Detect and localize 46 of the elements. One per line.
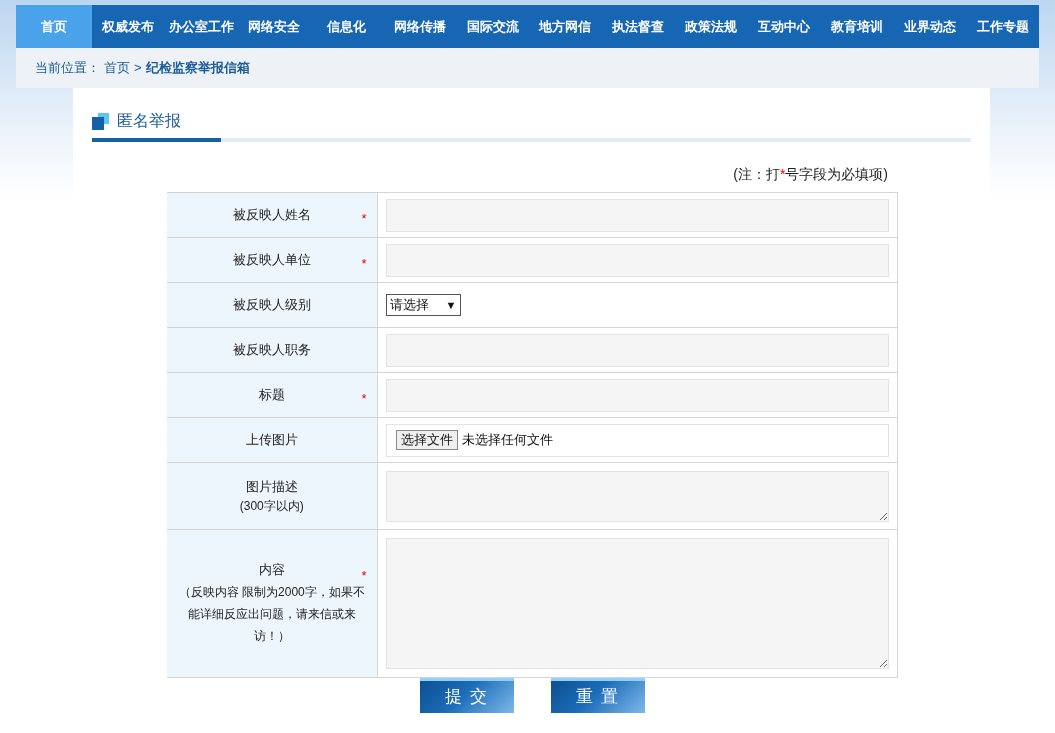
section-title: 匿名举报 bbox=[117, 111, 181, 131]
required-mark: * bbox=[361, 255, 367, 273]
choose-file-button[interactable]: 选择文件 bbox=[395, 430, 458, 450]
field-label: 被反映人姓名 bbox=[232, 206, 311, 225]
breadcrumb-link[interactable]: 首页 bbox=[104, 58, 130, 78]
text-input-field[interactable] bbox=[385, 198, 889, 232]
field-hint: (300字以内) bbox=[239, 497, 304, 515]
nav-tab[interactable]: 教育培训 bbox=[820, 5, 894, 48]
nav-tab[interactable]: 办公室工作 bbox=[164, 5, 238, 48]
file-status-text: 未选择任何文件 bbox=[461, 431, 553, 450]
description-textarea[interactable] bbox=[385, 470, 889, 522]
text-input-field[interactable] bbox=[385, 378, 889, 412]
file-upload-field[interactable]: 选择文件 未选择任何文件 bbox=[385, 423, 889, 457]
field-label: 标题 bbox=[258, 386, 285, 405]
text-input-field[interactable] bbox=[385, 243, 889, 277]
breadcrumb-separator: > bbox=[134, 59, 142, 78]
field-label: 被反映人级别 bbox=[232, 296, 311, 315]
nav-tab[interactable]: 网络安全 bbox=[237, 5, 311, 48]
level-dropdown[interactable]: 请选择 ▼ bbox=[385, 294, 461, 316]
breadcrumb-current: 纪检监察举报信箱 bbox=[145, 59, 250, 78]
breadcrumb-prefix: 当前位置： bbox=[35, 59, 100, 78]
nav-tab[interactable]: 国际交流 bbox=[456, 5, 530, 48]
nav-tab[interactable]: 业界动态 bbox=[893, 5, 967, 48]
required-mark: * bbox=[361, 567, 367, 585]
form-button[interactable]: 提 交 bbox=[420, 678, 514, 713]
nav-tab[interactable]: 地方网信 bbox=[529, 5, 602, 48]
nav-tab[interactable]: 政策法规 bbox=[674, 5, 748, 48]
field-label: 内容 bbox=[258, 560, 285, 579]
field-hint: （反映内容 限制为2000字，如果不能详细反应出问题，请来信或来访！） bbox=[177, 584, 366, 646]
nav-tab[interactable]: 权威发布 bbox=[92, 5, 165, 48]
field-label: 被反映人单位 bbox=[232, 251, 311, 270]
field-label: 上传图片 bbox=[245, 431, 298, 450]
required-mark: * bbox=[361, 210, 367, 228]
field-label: 图片描述 bbox=[245, 478, 298, 497]
form-button[interactable]: 重 置 bbox=[551, 678, 645, 713]
text-input-field[interactable] bbox=[385, 333, 889, 367]
nav-tab[interactable]: 执法督查 bbox=[601, 5, 675, 48]
nav-tab[interactable]: 互动中心 bbox=[747, 5, 821, 48]
content-textarea[interactable] bbox=[385, 538, 889, 669]
nav-tab[interactable]: 信息化 bbox=[310, 5, 384, 48]
nav-tab[interactable]: 工作专题 bbox=[966, 5, 1039, 48]
squares-icon bbox=[92, 112, 109, 130]
field-label: 被反映人职务 bbox=[232, 341, 311, 360]
required-mark: * bbox=[361, 390, 367, 408]
nav-tab[interactable]: 网络传播 bbox=[383, 5, 457, 48]
required-note: (注：打*号字段为必填项) bbox=[733, 165, 888, 184]
